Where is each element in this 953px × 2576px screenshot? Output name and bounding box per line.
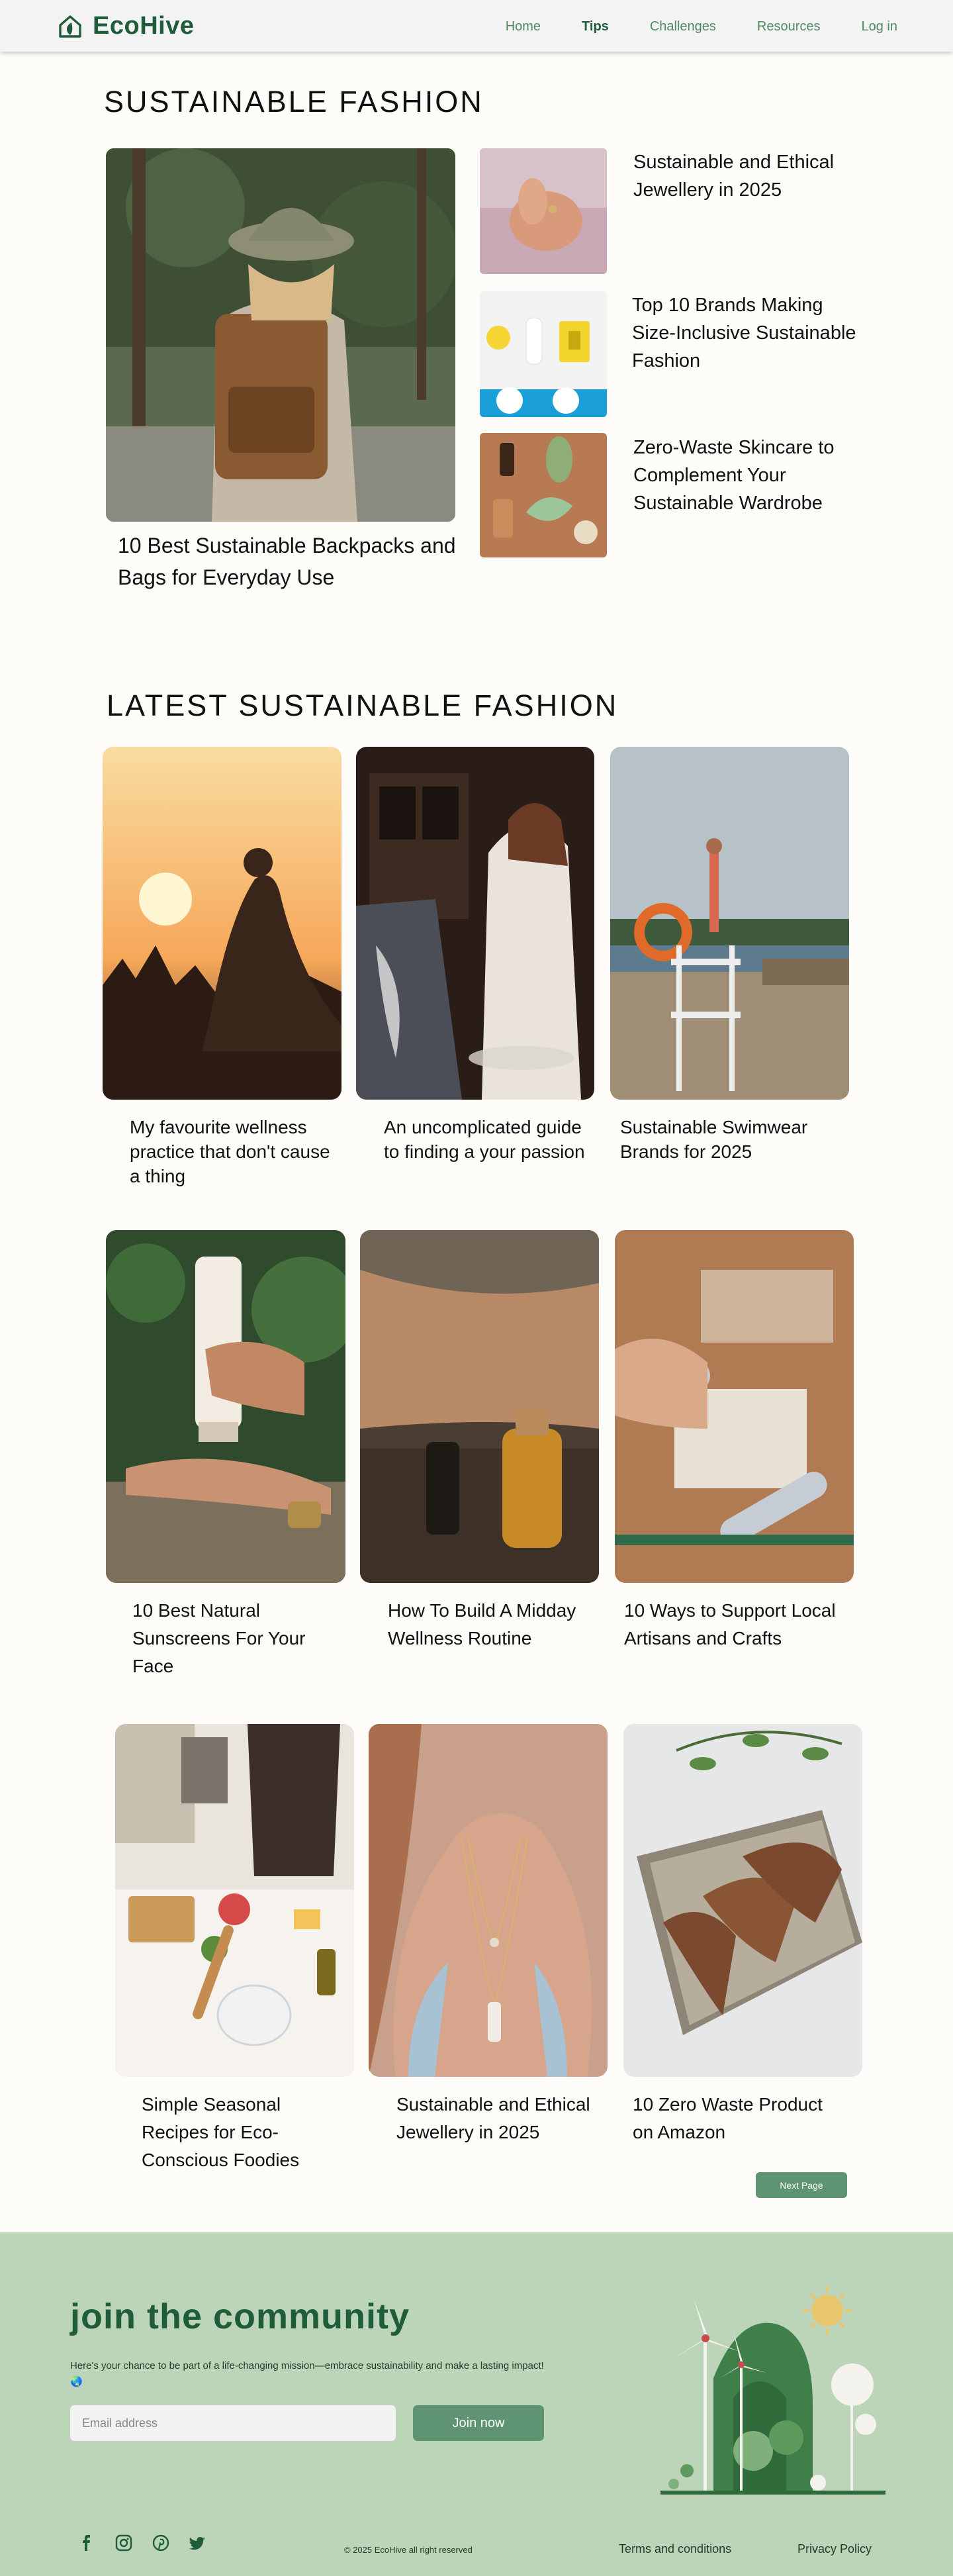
featured-side-image-1[interactable] (480, 148, 607, 274)
join-community-subtitle: Here's your chance to be part of a life-… (70, 2360, 544, 2387)
latest-card-caption-5[interactable]: How To Build A Midday Wellness Routine (388, 1597, 593, 1652)
latest-card-caption-7[interactable]: Simple Seasonal Recipes for Eco-Consciou… (142, 2091, 347, 2174)
latest-card-image-8[interactable] (369, 1724, 608, 2077)
featured-side-caption-1[interactable]: Sustainable and Ethical Jewellery in 202… (633, 148, 858, 204)
brand-logo[interactable]: EcoHive (57, 12, 194, 40)
featured-side-image-2[interactable] (480, 291, 607, 417)
join-now-button[interactable]: Join now (413, 2405, 544, 2441)
featured-side-caption-3[interactable]: Zero-Waste Skincare to Complement Your S… (633, 434, 858, 517)
next-page-button[interactable]: Next Page (756, 2172, 847, 2198)
latest-card-image-6[interactable] (615, 1230, 854, 1583)
nav-resources[interactable]: Resources (757, 19, 821, 34)
footer: join the community Here's your chance to… (0, 2232, 953, 2576)
latest-card-image-2[interactable] (356, 747, 594, 1100)
latest-card-caption-8[interactable]: Sustainable and Ethical Jewellery in 202… (396, 2091, 602, 2146)
featured-main-image[interactable] (106, 148, 455, 522)
featured-side-image-3[interactable] (480, 433, 607, 557)
latest-card-caption-6[interactable]: 10 Ways to Support Local Artisans and Cr… (624, 1597, 836, 1652)
social-links (78, 2534, 206, 2552)
brand-name: EcoHive (93, 12, 195, 40)
latest-card-image-3[interactable] (610, 747, 849, 1100)
facebook-icon[interactable] (78, 2534, 95, 2552)
instagram-icon[interactable] (115, 2534, 132, 2552)
nav-home[interactable]: Home (506, 19, 541, 34)
pinterest-icon[interactable] (152, 2534, 169, 2552)
nav-tips[interactable]: Tips (582, 19, 609, 34)
latest-card-caption-4[interactable]: 10 Best Natural Sunscreens For Your Face (132, 1597, 344, 1680)
latest-card-image-4[interactable] (106, 1230, 345, 1583)
email-input[interactable] (70, 2405, 396, 2441)
join-community-title: join the community (70, 2297, 410, 2336)
nav-links: Home Tips Challenges Resources Log in (506, 19, 897, 34)
house-leaf-icon (57, 13, 83, 40)
eco-city-illustration (647, 2272, 899, 2510)
latest-card-image-9[interactable] (623, 1724, 862, 2077)
featured-section-title: SUSTAINABLE FASHION (104, 85, 484, 119)
top-nav: EcoHive Home Tips Challenges Resources L… (0, 0, 953, 52)
latest-card-image-1[interactable] (103, 747, 341, 1100)
latest-card-image-5[interactable] (360, 1230, 599, 1583)
privacy-link[interactable]: Privacy Policy (797, 2542, 872, 2556)
nav-login[interactable]: Log in (862, 19, 898, 34)
twitter-icon[interactable] (189, 2534, 206, 2552)
latest-card-caption-1[interactable]: My favourite wellness practice that don'… (130, 1115, 341, 1188)
copyright-text: © 2025 EcoHive all right reserved (344, 2545, 473, 2555)
featured-side-caption-2[interactable]: Top 10 Brands Making Size-Inclusive Sust… (632, 291, 857, 375)
latest-card-caption-3[interactable]: Sustainable Swimwear Brands for 2025 (620, 1115, 832, 1164)
featured-main-caption[interactable]: 10 Best Sustainable Backpacks and Bags f… (118, 530, 462, 593)
terms-link[interactable]: Terms and conditions (619, 2542, 731, 2556)
latest-card-caption-2[interactable]: An uncomplicated guide to finding a your… (384, 1115, 589, 1164)
latest-card-caption-9[interactable]: 10 Zero Waste Product on Amazon (633, 2091, 844, 2146)
latest-section-title: LATEST SUSTAINABLE FASHION (107, 689, 619, 722)
nav-challenges[interactable]: Challenges (650, 19, 716, 34)
latest-card-image-7[interactable] (115, 1724, 354, 2077)
